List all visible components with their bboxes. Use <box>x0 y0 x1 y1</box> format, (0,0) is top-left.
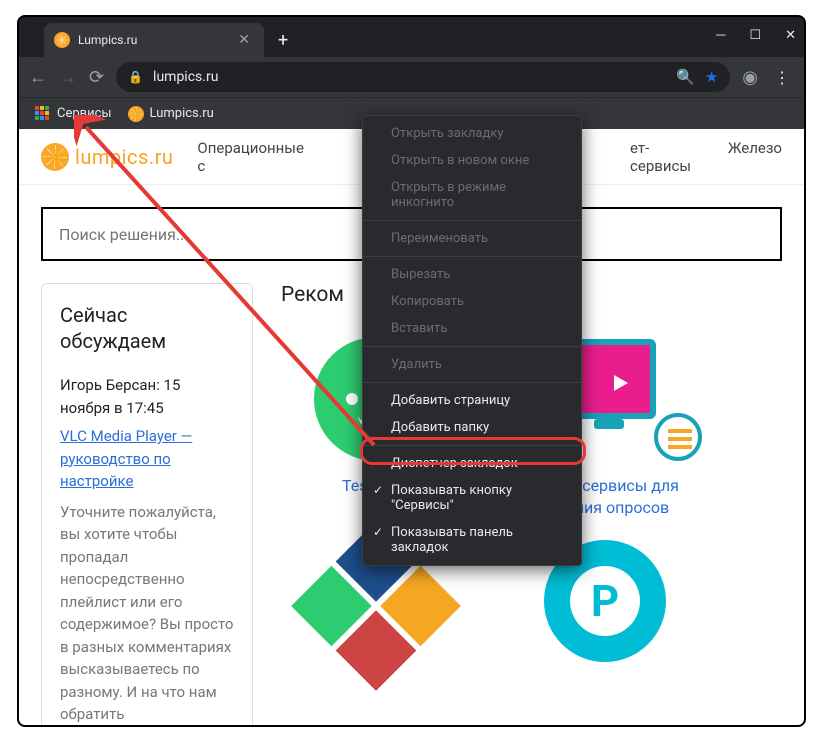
ctx-add-page[interactable]: Добавить страницу <box>363 387 581 414</box>
orange-icon <box>128 106 144 122</box>
ctx-cut: Вырезать <box>363 261 581 288</box>
back-icon[interactable]: ← <box>29 67 47 88</box>
comment-link[interactable]: VLC Media Player — руководство по настро… <box>60 425 234 493</box>
site-logo[interactable]: lumpics.ru <box>41 143 173 171</box>
browser-tab[interactable]: Lumpics.ru ✕ <box>44 23 264 57</box>
ctx-open-incognito: Открыть в режиме инкогнито <box>363 174 581 216</box>
reload-icon[interactable]: ⟳ <box>89 67 104 88</box>
logo-text: lumpics.ru <box>75 145 173 169</box>
rec-card-diamond[interactable] <box>281 546 471 686</box>
ctx-show-services-button[interactable]: Показывать кнопку "Сервисы" <box>363 477 581 519</box>
titlebar: Lumpics.ru ✕ + ─ ☐ ✕ <box>19 17 804 57</box>
ctx-open-new-window: Открыть в новом окне <box>363 147 581 174</box>
ctx-copy: Копировать <box>363 288 581 315</box>
search-icon[interactable]: 🔍 <box>676 68 695 86</box>
new-tab-button[interactable]: + <box>278 30 288 51</box>
ctx-add-folder[interactable]: Добавить папку <box>363 414 581 441</box>
diamond-logo-icon <box>286 546 466 686</box>
address-bar: ← → ⟳ 🔒 lumpics.ru 🔍 ★ ◉ ⋮ <box>19 57 804 97</box>
ctx-open-bookmark: Открыть закладку <box>363 120 581 147</box>
favicon-orange-icon <box>54 32 70 48</box>
account-icon[interactable]: ◉ <box>742 67 758 88</box>
forward-icon: → <box>59 67 77 88</box>
ctx-bookmark-manager[interactable]: Диспетчер закладок <box>363 450 581 477</box>
tab-title: Lumpics.ru <box>78 33 226 47</box>
context-menu: Открыть закладку Открыть в новом окне От… <box>362 115 582 566</box>
logo-orange-icon <box>41 143 69 171</box>
nav-link-os[interactable]: Операционные с <box>197 139 306 175</box>
nav-link-net[interactable]: ет-сервисы <box>630 139 704 175</box>
omnibox[interactable]: 🔒 lumpics.ru 🔍 ★ <box>116 62 730 92</box>
nav-link-hw[interactable]: Железо <box>728 139 782 175</box>
comment-body: Уточните пожалуйста, вы хотите чтобы про… <box>60 501 234 726</box>
close-tab-icon[interactable]: ✕ <box>234 30 254 50</box>
apps-grid-icon <box>35 106 51 122</box>
ctx-paste: Вставить <box>363 315 581 342</box>
bookmark-services[interactable]: Сервисы <box>35 106 112 122</box>
window-controls: ─ ☐ ✕ <box>716 27 796 43</box>
close-window-icon[interactable]: ✕ <box>785 27 796 43</box>
ctx-rename: Переименовать <box>363 225 581 252</box>
p-logo-icon: P <box>510 546 690 686</box>
minimize-icon[interactable]: ─ <box>716 27 725 43</box>
menu-dots-icon[interactable]: ⋮ <box>770 68 794 87</box>
ctx-show-bookmarks-bar[interactable]: Показывать панель закладок <box>363 519 581 561</box>
url-text: lumpics.ru <box>153 69 666 85</box>
lock-icon[interactable]: 🔒 <box>128 70 143 84</box>
bookmark-label: Lumpics.ru <box>150 106 214 121</box>
bookmark-lumpics[interactable]: Lumpics.ru <box>128 106 214 122</box>
discuss-card: Сейчас обсуждаем Игорь Берсан: 15 ноября… <box>41 283 253 725</box>
rec-card-p[interactable]: P <box>505 546 695 686</box>
maximize-icon[interactable]: ☐ <box>749 27 761 43</box>
comment-meta: Игорь Берсан: 15 ноября в 17:45 <box>60 374 234 419</box>
bookmark-label: Сервисы <box>57 106 112 121</box>
ctx-delete: Удалить <box>363 351 581 378</box>
discuss-title: Сейчас обсуждаем <box>60 302 234 354</box>
bookmark-star-icon[interactable]: ★ <box>705 68 718 86</box>
